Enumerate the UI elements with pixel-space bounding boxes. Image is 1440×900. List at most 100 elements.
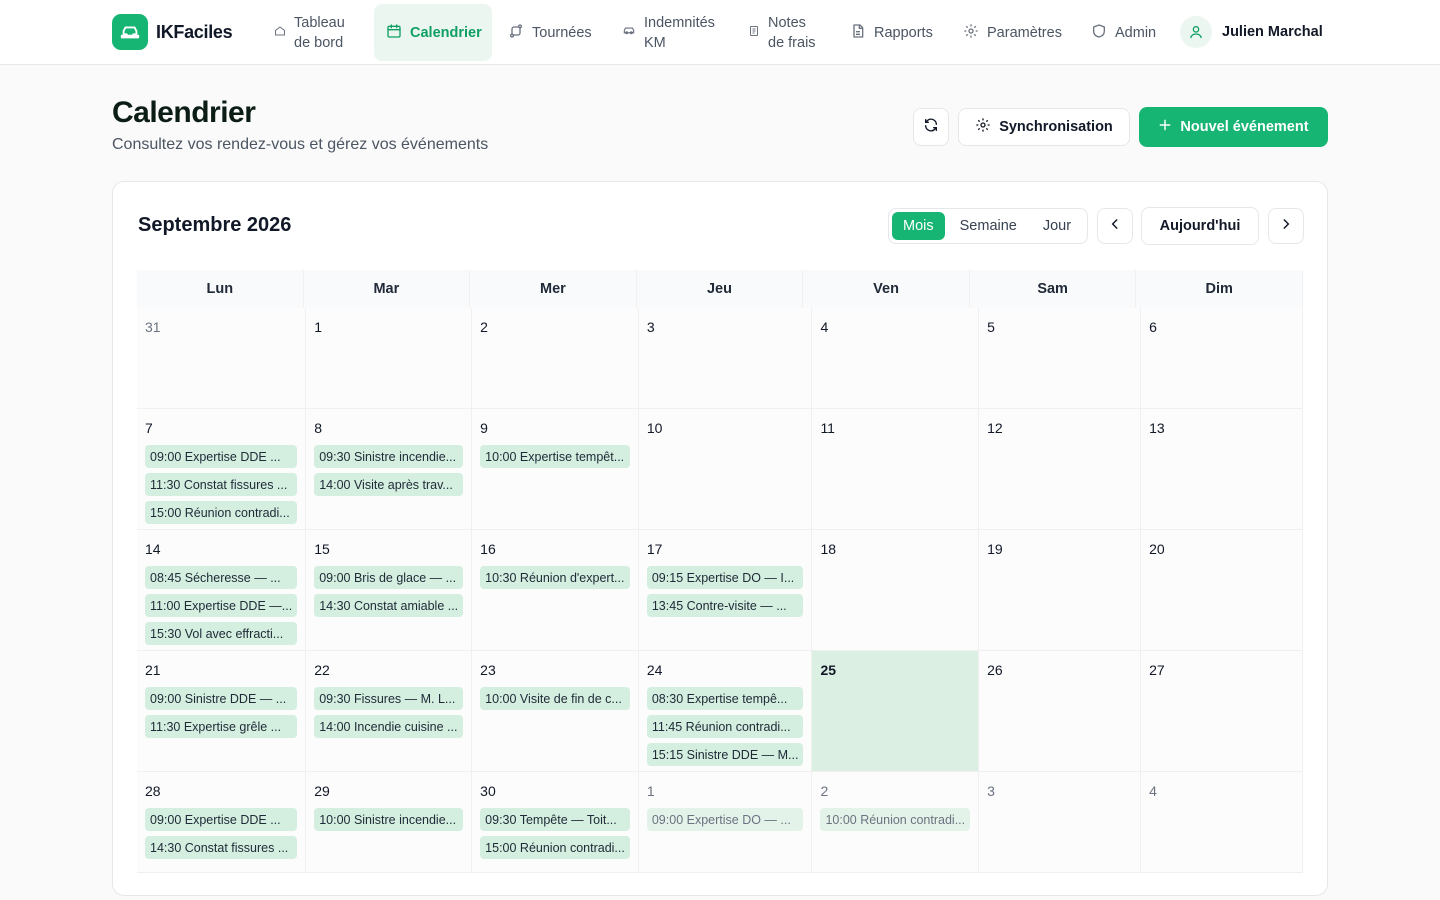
day-number: 18 [820, 541, 837, 557]
calendar-event[interactable]: 11:30 Expertise grêle ... [145, 715, 298, 738]
calendar-event[interactable]: 08:30 Expertise tempê... [646, 687, 804, 710]
calendar-day-cell[interactable]: 28 09:00 Expertise DDE ... 14:30 Constat f… [137, 772, 307, 873]
new-event-button[interactable]: Nouvel événement [1139, 107, 1328, 147]
calendar-event[interactable]: 09:00 Sinistre DDE — ... [145, 687, 298, 710]
calendar-event[interactable]: 15:00 Réunion contradi... [480, 836, 630, 859]
calendar-event[interactable]: 09:00 Expertise DDE ... [145, 445, 298, 468]
calendar-day-cell[interactable]: 6 [1141, 308, 1303, 409]
calendar-day-cell[interactable]: 3 [979, 772, 1142, 873]
top-navigation: IKFaciles Tableau de bord Calendrier Tou… [0, 0, 1440, 65]
calendar-day-cell[interactable]: 18 [812, 530, 980, 651]
calendar-event[interactable]: 14:00 Visite après trav... [314, 473, 464, 496]
calendar-event[interactable]: 15:00 Réunion contradi... [145, 501, 298, 524]
day-number: 25 [820, 662, 837, 678]
app-name: IKFaciles [156, 21, 233, 42]
calendar-day-cell[interactable]: 11 [812, 409, 980, 530]
calendar-day-cell[interactable]: 21 09:00 Sinistre DDE — ... 11:30 Expertis… [137, 651, 307, 772]
calendar-day-cell[interactable]: 5 [979, 308, 1142, 409]
calendar-day-cell[interactable]: 2 10:00 Réunion contradi... [812, 772, 980, 873]
refresh-button[interactable] [913, 108, 949, 146]
calendar-day-cell[interactable]: 17 09:15 Expertise DO — I... 13:45 Contre-… [638, 530, 813, 651]
calendar-day-cell[interactable]: 10 [638, 409, 813, 530]
calendar-event[interactable]: 11:30 Constat fissures ... [145, 473, 298, 496]
calendar-day-cell[interactable]: 4 [1141, 772, 1303, 873]
previous-month-button[interactable] [1097, 208, 1133, 244]
nav-item-label: Rapports [874, 24, 933, 41]
calendar-event[interactable]: 09:00 Expertise DO — ... [646, 808, 804, 831]
calendar-event[interactable]: 09:30 Tempête — Toit... [480, 808, 630, 831]
day-number: 27 [1149, 662, 1165, 678]
synchronisation-button[interactable]: Synchronisation [958, 108, 1130, 146]
nav-item-calendar[interactable]: Calendrier [374, 4, 492, 61]
calendar-event[interactable]: 09:30 Sinistre incendie... [314, 445, 464, 468]
calendar-event[interactable]: 11:45 Réunion contradi... [646, 715, 804, 738]
calendar-day-cell[interactable]: 27 [1141, 651, 1303, 772]
day-number: 12 [987, 420, 1003, 436]
calendar-day-cell[interactable]: 3 [638, 308, 813, 409]
calendar-event[interactable]: 15:30 Vol avec effracti... [145, 622, 298, 645]
calendar-day-cell[interactable]: 12 [979, 409, 1142, 530]
calendar-card: Septembre 2026 Mois Semaine Jour Aujourd… [112, 181, 1328, 896]
nav-item-label: Tableau de bord [294, 14, 345, 51]
app-logo[interactable]: IKFaciles [112, 14, 233, 50]
calendar-day-cell[interactable]: 1 09:00 Expertise DO — ... [638, 772, 813, 873]
day-number: 15 [314, 541, 330, 557]
calendar-day-cell[interactable]: 30 09:30 Tempête — Toit... 15:00 Réunion c… [472, 772, 639, 873]
nav-item-label: Notes de frais [768, 14, 816, 51]
calendar-day-cell[interactable]: 24 08:30 Expertise tempê... 11:45 Réunion … [638, 651, 813, 772]
nav-item-admin[interactable]: Admin [1079, 4, 1168, 61]
view-week-button[interactable]: Semaine [949, 212, 1028, 240]
calendar-day-cell-today[interactable]: 25 [812, 651, 980, 772]
calendar-day-cell[interactable]: 16 10:30 Réunion d'expert... [472, 530, 639, 651]
nav-item-indemnites-km[interactable]: Indemnités KM [610, 4, 727, 61]
calendar-day-cell[interactable]: 13 [1141, 409, 1303, 530]
calendar-event[interactable]: 09:15 Expertise DO — I... [646, 566, 804, 589]
calendar-event[interactable]: 14:00 Incendie cuisine ... [314, 715, 464, 738]
view-month-button[interactable]: Mois [892, 212, 945, 240]
day-number: 7 [145, 420, 153, 436]
nav-item-rapports[interactable]: Rapports [838, 4, 945, 61]
user-menu[interactable]: Julien Marchal [1180, 16, 1323, 48]
calendar-day-cell[interactable]: 14 08:45 Sécheresse — ... 11:00 Expertise … [137, 530, 307, 651]
calendar-event[interactable]: 13:45 Contre-visite — ... [646, 594, 804, 617]
nav-item-parametres[interactable]: Paramètres [951, 4, 1074, 61]
calendar-event[interactable]: 15:15 Sinistre DDE — M... [646, 743, 804, 766]
calendar-day-cell[interactable]: 9 10:00 Expertise tempêt... [472, 409, 639, 530]
calendar-event[interactable]: 10:00 Expertise tempêt... [480, 445, 630, 468]
calendar-event[interactable]: 10:00 Visite de fin de c... [480, 687, 630, 710]
calendar-day-cell[interactable]: 31 [137, 308, 307, 409]
calendar-day-cell[interactable]: 15 09:00 Bris de glace — ... 14:30 Constat… [306, 530, 473, 651]
calendar-day-cell[interactable]: 19 [979, 530, 1142, 651]
calendar-event[interactable]: 11:00 Expertise DDE —... [145, 594, 298, 617]
calendar-day-cell[interactable]: 4 [812, 308, 980, 409]
calendar-event[interactable]: 10:30 Réunion d'expert... [480, 566, 630, 589]
calendar-day-cell[interactable]: 8 09:30 Sinistre incendie... 14:00 Visite … [306, 409, 473, 530]
nav-item-dashboard[interactable]: Tableau de bord [262, 4, 357, 61]
today-button[interactable]: Aujourd'hui [1141, 207, 1259, 245]
calendar-day-cell[interactable]: 7 09:00 Expertise DDE ... 11:30 Constat fi… [137, 409, 307, 530]
day-number: 28 [145, 783, 161, 799]
nav-item-tournees[interactable]: Tournées [496, 4, 604, 61]
calendar-event[interactable]: 09:30 Fissures — M. L... [314, 687, 464, 710]
calendar-event[interactable]: 14:30 Constat amiable ... [314, 594, 464, 617]
calendar-day-cell[interactable]: 1 [306, 308, 473, 409]
calendar-day-cell[interactable]: 2 [472, 308, 639, 409]
calendar-event[interactable]: 10:00 Sinistre incendie... [314, 808, 464, 831]
calendar-event[interactable]: 08:45 Sécheresse — ... [145, 566, 298, 589]
plus-icon [1158, 118, 1172, 136]
nav-item-notes-de-frais[interactable]: Notes de frais [736, 4, 828, 61]
day-number: 3 [987, 783, 995, 799]
view-day-button[interactable]: Jour [1032, 212, 1082, 240]
next-month-button[interactable] [1268, 208, 1304, 244]
calendar-event[interactable]: 14:30 Constat fissures ... [145, 836, 298, 859]
calendar-day-cell[interactable]: 23 10:00 Visite de fin de c... [472, 651, 639, 772]
calendar-event[interactable]: 09:00 Bris de glace — ... [314, 566, 464, 589]
calendar-day-cell[interactable]: 20 [1141, 530, 1303, 651]
calendar-day-cell[interactable]: 22 09:30 Fissures — M. L... 14:00 Incendie… [306, 651, 473, 772]
calendar-event[interactable]: 09:00 Expertise DDE ... [145, 808, 298, 831]
page-subtitle: Consultez vos rendez-vous et gérez vos é… [112, 136, 489, 153]
car-icon [622, 24, 636, 42]
calendar-day-cell[interactable]: 26 [979, 651, 1142, 772]
calendar-day-cell[interactable]: 29 10:00 Sinistre incendie... [306, 772, 473, 873]
calendar-event[interactable]: 10:00 Réunion contradi... [820, 808, 971, 831]
